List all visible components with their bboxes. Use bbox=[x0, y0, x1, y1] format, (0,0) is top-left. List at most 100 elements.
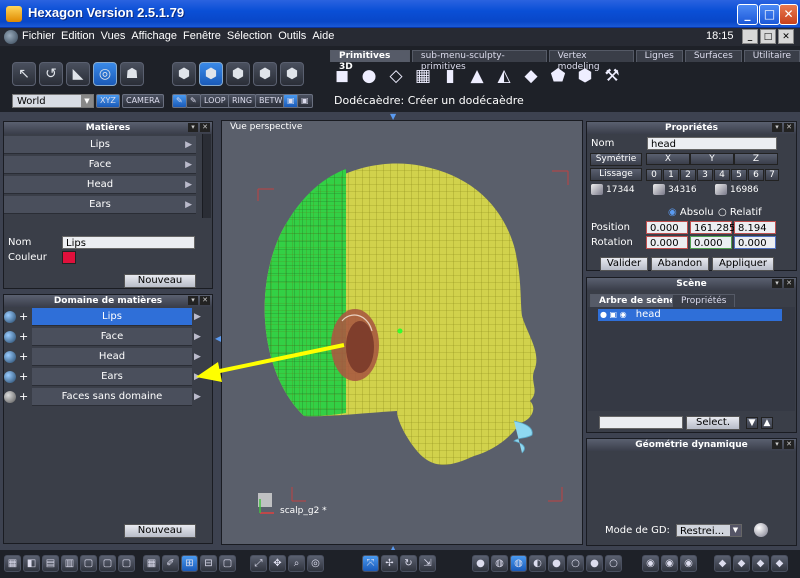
layout-3-icon[interactable]: ▤ bbox=[42, 555, 59, 572]
orbit-icon[interactable]: ◎ bbox=[307, 555, 324, 572]
apply-button[interactable]: Appliquer bbox=[712, 257, 774, 271]
gd-mode-label: Mode de GD: bbox=[605, 525, 670, 536]
position-z-field[interactable]: 8.194 bbox=[734, 221, 776, 234]
shade-8-icon[interactable]: ○ bbox=[605, 555, 622, 572]
scale-icon[interactable]: ⇲ bbox=[419, 555, 436, 572]
shade-4-icon[interactable]: ◐ bbox=[529, 555, 546, 572]
shade-5-icon[interactable]: ● bbox=[548, 555, 565, 572]
position-x-field[interactable]: 0.000 bbox=[646, 221, 688, 234]
shade-6-icon[interactable]: ○ bbox=[567, 555, 584, 572]
panel-close-icon[interactable]: ✕ bbox=[784, 279, 794, 288]
dyn-geometry-header: Géométrie dynamique ▾ ✕ bbox=[587, 439, 796, 451]
scene-header: Scène ▾ ✕ bbox=[587, 278, 796, 290]
abandon-button[interactable]: Abandon bbox=[651, 257, 709, 271]
extra-3-icon[interactable]: ◆ bbox=[752, 555, 769, 572]
render-2-icon[interactable]: ◉ bbox=[661, 555, 678, 572]
validate-button[interactable]: Valider bbox=[600, 257, 648, 271]
tab-scene-tree[interactable]: Arbre de scène bbox=[590, 294, 685, 307]
smooth-level-2[interactable]: 2 bbox=[680, 169, 696, 181]
visibility-icons[interactable]: ● ▣ ◉ bbox=[600, 310, 627, 319]
smooth-level-1[interactable]: 1 bbox=[663, 169, 679, 181]
relative-radio[interactable]: ○ Relatif bbox=[718, 207, 762, 218]
rotation-y-field[interactable]: 0.000 bbox=[690, 236, 732, 249]
shading-tools: ● ◍ ◍ ◐ ● ○ ● ○ bbox=[472, 555, 622, 572]
smooth-level-3[interactable]: 3 bbox=[697, 169, 713, 181]
position-label: Position bbox=[591, 222, 630, 233]
extra-tools: ◆ ◆ ◆ ◆ bbox=[714, 555, 788, 572]
shade-7-icon[interactable]: ● bbox=[586, 555, 603, 572]
scene-search-field[interactable] bbox=[599, 416, 683, 429]
camera-tools: ⤢ ✥ ⌕ ◎ bbox=[250, 555, 324, 572]
panel-menu-icon[interactable]: ▾ bbox=[772, 123, 782, 132]
scene-item-head[interactable]: ● ▣ ◉ head bbox=[598, 309, 782, 321]
rotation-z-field[interactable]: 0.000 bbox=[734, 236, 776, 249]
render-1-icon[interactable]: ◉ bbox=[642, 555, 659, 572]
triangle-count-icon bbox=[653, 184, 665, 195]
layout-6-icon[interactable]: ▢ bbox=[99, 555, 116, 572]
vertex-count-icon bbox=[591, 184, 603, 195]
sym-y-button[interactable]: Y bbox=[690, 153, 734, 165]
view-tools: ▦ ✐ ⊞ ⊟ ▢ bbox=[143, 555, 236, 572]
sym-x-button[interactable]: X bbox=[646, 153, 690, 165]
rotation-x-field[interactable]: 0.000 bbox=[646, 236, 688, 249]
position-y-field[interactable]: 161.285 bbox=[690, 221, 735, 234]
gd-mode-select[interactable]: Restrei... ▼ bbox=[676, 524, 742, 537]
sym-z-button[interactable]: Z bbox=[734, 153, 778, 165]
panel-menu-icon[interactable]: ▾ bbox=[772, 279, 782, 288]
smooth-level-5[interactable]: 5 bbox=[731, 169, 747, 181]
scroll-up-icon[interactable]: ▲ bbox=[761, 417, 773, 429]
panel-close-icon[interactable]: ✕ bbox=[784, 440, 794, 449]
gd-sphere-icon[interactable] bbox=[754, 523, 768, 537]
panel-menu-icon[interactable]: ▾ bbox=[772, 440, 782, 449]
render-tools: ◉ ◉ ◉ bbox=[642, 555, 697, 572]
select-button[interactable]: Select. bbox=[686, 416, 740, 430]
layout-1-icon[interactable]: ▦ bbox=[4, 555, 21, 572]
face-count: 16986 bbox=[715, 184, 759, 195]
universal-icon[interactable]: ✢ bbox=[381, 555, 398, 572]
move-icon[interactable]: ⤧ bbox=[362, 555, 379, 572]
smooth-level-7[interactable]: 7 bbox=[765, 169, 779, 181]
pan-icon[interactable]: ✥ bbox=[269, 555, 286, 572]
absolute-radio[interactable]: ◉ Absolu bbox=[668, 207, 714, 218]
radio-unchecked-icon: ○ bbox=[718, 207, 727, 218]
tag-icon[interactable]: ✐ bbox=[162, 555, 179, 572]
properties-header: Propriétés ▾ ✕ bbox=[587, 122, 796, 134]
face-count-icon bbox=[715, 184, 727, 195]
render-3-icon[interactable]: ◉ bbox=[680, 555, 697, 572]
shade-3-icon[interactable]: ◍ bbox=[510, 555, 527, 572]
split-view-icon[interactable]: ⊟ bbox=[200, 555, 217, 572]
extra-2-icon[interactable]: ◆ bbox=[733, 555, 750, 572]
vertex-count: 17344 bbox=[591, 184, 635, 195]
layout-4-icon[interactable]: ▥ bbox=[61, 555, 78, 572]
prop-name-field[interactable]: head bbox=[647, 137, 777, 150]
rotate-icon[interactable]: ↻ bbox=[400, 555, 417, 572]
extra-1-icon[interactable]: ◆ bbox=[714, 555, 731, 572]
extra-4-icon[interactable]: ◆ bbox=[771, 555, 788, 572]
layout-7-icon[interactable]: ▢ bbox=[118, 555, 135, 572]
grid-icon[interactable]: ▦ bbox=[143, 555, 160, 572]
shade-2-icon[interactable]: ◍ bbox=[491, 555, 508, 572]
smooth-level-4[interactable]: 4 bbox=[714, 169, 730, 181]
rotation-label: Rotation bbox=[591, 237, 633, 248]
zoom-icon[interactable]: ⌕ bbox=[288, 555, 305, 572]
layout-2-icon[interactable]: ◧ bbox=[23, 555, 40, 572]
symmetry-button[interactable]: Symétrie bbox=[590, 153, 642, 166]
single-view-icon[interactable]: ▢ bbox=[219, 555, 236, 572]
smooth-level-6[interactable]: 6 bbox=[748, 169, 764, 181]
panel-close-icon[interactable]: ✕ bbox=[784, 123, 794, 132]
four-view-icon[interactable]: ⊞ bbox=[181, 555, 198, 572]
fit-icon[interactable]: ⤢ bbox=[250, 555, 267, 572]
scroll-down-icon[interactable]: ▼ bbox=[746, 417, 758, 429]
radio-checked-icon: ◉ bbox=[668, 207, 677, 218]
layout-5-icon[interactable]: ▢ bbox=[80, 555, 97, 572]
chevron-down-icon: ▼ bbox=[730, 525, 741, 536]
shade-1-icon[interactable]: ● bbox=[472, 555, 489, 572]
smooth-level-0[interactable]: 0 bbox=[646, 169, 662, 181]
prop-name-label: Nom bbox=[591, 138, 615, 149]
tab-scene-properties[interactable]: Propriétés bbox=[672, 294, 736, 307]
transform-tools: ⤧ ✢ ↻ ⇲ bbox=[362, 555, 436, 572]
scene-tree bbox=[588, 307, 795, 411]
smoothing-button[interactable]: Lissage bbox=[590, 168, 642, 181]
triangle-count: 34316 bbox=[653, 184, 697, 195]
left-status-tools: ▦ ◧ ▤ ▥ ▢ ▢ ▢ bbox=[4, 555, 135, 572]
